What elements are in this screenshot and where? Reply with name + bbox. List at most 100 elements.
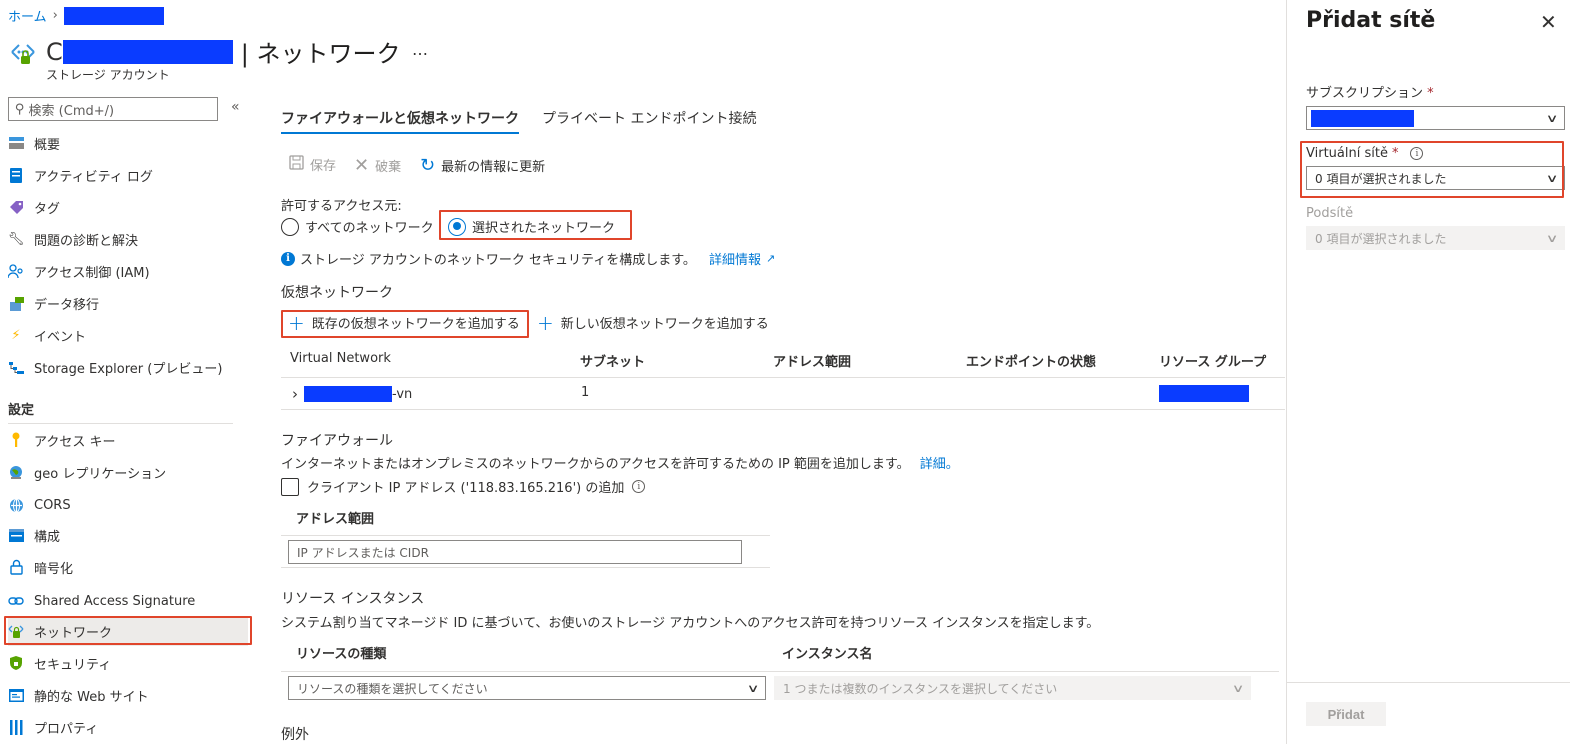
vnet-heading: 仮想ネットワーク	[281, 285, 393, 301]
firewall-description: インターネットまたはオンプレミスのネットワークからのアクセスを許可するための I…	[281, 453, 959, 472]
add-button[interactable]: Přidat	[1306, 702, 1386, 726]
sidebar-item-label: セキュリティ	[34, 657, 112, 673]
sidebar-item-label: 構成	[34, 529, 61, 545]
firewall-details-link[interactable]: 詳細。	[920, 457, 959, 472]
breadcrumb-redacted-resource[interactable]	[63, 6, 164, 25]
subnet-label: Podsítě	[1306, 206, 1354, 221]
sidebar-item-activity-log[interactable]: アクティビティ ログ	[8, 160, 248, 190]
properties-icon	[8, 719, 24, 735]
search-input[interactable]: ⚲ 検索 (Cmd+/)	[8, 97, 218, 121]
discard-label: 破棄	[375, 160, 402, 175]
sidebar-item-label: プロパティ	[34, 721, 99, 737]
explorer-icon	[8, 359, 24, 375]
cors-icon	[8, 497, 24, 513]
save-label: 保存	[310, 159, 337, 174]
chevron-down-icon: ∨	[1545, 231, 1559, 245]
info-icon[interactable]: i	[632, 480, 646, 493]
radio-circle[interactable]	[281, 217, 299, 236]
sidebar-item-label: 暗号化	[34, 561, 74, 577]
client-ip-checkbox[interactable]	[281, 477, 299, 496]
sidebar-item-tags[interactable]: タグ	[8, 192, 248, 222]
chevron-right-icon[interactable]: ›	[292, 385, 298, 403]
close-icon[interactable]: ✕	[1540, 10, 1557, 34]
client-ip-checkbox-row[interactable]: クライアント IP アドレス ('118.83.165.216') の追加 i	[281, 477, 646, 496]
page-header: C | ネットワーク	[8, 34, 400, 69]
learn-more-link[interactable]: 詳細情報	[709, 249, 761, 268]
sidebar-item-label: Shared Access Signature	[34, 593, 196, 609]
subscription-redacted	[1311, 109, 1414, 127]
sidebar-item-label: イベント	[34, 329, 87, 345]
sidebar-item-storage-explorer[interactable]: Storage Explorer (プレビュー)	[8, 352, 248, 382]
more-options-icon[interactable]: …	[412, 40, 428, 59]
page-title-prefix: C	[46, 37, 63, 66]
column-header: リソース グループ	[1159, 355, 1267, 370]
dropdown-placeholder: リソースの種類を選択してください	[297, 681, 488, 696]
sidebar-item-cors[interactable]: CORS	[8, 490, 248, 520]
highlight-networking	[4, 616, 252, 645]
lightning-icon: ⚡	[11, 327, 21, 343]
link-icon	[8, 593, 24, 609]
sidebar-item-migration[interactable]: データ移行	[8, 288, 248, 318]
exceptions-heading: 例外	[281, 727, 309, 743]
tab-private-endpoint[interactable]: プライベート エンドポイント接続	[542, 108, 756, 128]
chevron-right-icon: ›	[52, 8, 58, 23]
highlight-vnet-dropdown	[1300, 141, 1564, 198]
tab-active-indicator	[281, 132, 519, 134]
sidebar-item-label: 静的な Web サイト	[34, 689, 149, 705]
sidebar-item-geo-replication[interactable]: geo レプリケーション	[8, 457, 248, 487]
highlight-add-existing	[281, 310, 529, 338]
divider	[281, 535, 770, 536]
table-divider	[281, 409, 1285, 410]
chevron-down-icon: ∨	[1545, 111, 1559, 125]
radio-all-networks[interactable]: すべてのネットワーク	[281, 217, 434, 236]
breadcrumb-home-link[interactable]: ホーム	[8, 6, 47, 25]
refresh-label: 最新の情報に更新	[441, 160, 546, 175]
chevron-down-icon: ∨	[1231, 681, 1245, 695]
divider	[8, 423, 233, 424]
divider	[281, 671, 1279, 672]
sidebar-item-label: 問題の診断と解決	[34, 233, 139, 249]
collapse-sidebar-icon[interactable]: «	[231, 99, 240, 115]
sidebar-item-label: geo レプリケーション	[34, 466, 167, 482]
address-range-input[interactable]: IP アドレスまたは CIDR	[288, 540, 742, 564]
sidebar-item-overview[interactable]: 概要	[8, 128, 248, 158]
sidebar-item-access-keys[interactable]: アクセス キー	[8, 425, 248, 455]
external-link-icon[interactable]: ↗	[766, 252, 775, 265]
column-header: Virtual Network	[290, 351, 391, 366]
activity-log-icon	[8, 167, 24, 183]
column-header: アドレス範囲	[773, 355, 852, 370]
plus-icon: +	[537, 310, 554, 335]
wrench-icon: 🔧︎	[7, 231, 25, 247]
breadcrumb: ホーム ›	[8, 6, 164, 25]
discard-button[interactable]: ✕ 破棄	[354, 155, 401, 176]
table-row[interactable]: › -vn	[292, 385, 412, 403]
people-icon	[8, 263, 24, 279]
save-icon	[289, 155, 304, 174]
tab-firewall-vnet[interactable]: ファイアウォールと仮想ネットワーク	[281, 108, 519, 128]
column-header: エンドポイントの状態	[966, 355, 1097, 370]
sidebar-item-security[interactable]: セキュリティ	[8, 648, 248, 678]
add-new-vnet-button[interactable]: + 新しい仮想ネットワークを追加する	[537, 310, 769, 335]
column-header: サブネット	[580, 355, 646, 370]
subscription-dropdown[interactable]: ∨	[1306, 106, 1565, 130]
instance-name-dropdown[interactable]: 1 つまたは複数のインスタンスを選択してください ∨	[774, 676, 1251, 700]
sidebar-item-label: Storage Explorer (プレビュー)	[34, 361, 223, 377]
resource-type-dropdown[interactable]: リソースの種類を選択してください ∨	[288, 676, 766, 700]
highlight-selected-networks	[439, 210, 632, 240]
migration-icon	[8, 295, 24, 311]
subnet-dropdown[interactable]: 0 項目が選択されました ∨	[1306, 226, 1565, 250]
sidebar-item-static-website[interactable]: 静的な Web サイト	[8, 680, 248, 710]
sidebar-item-properties[interactable]: プロパティ	[8, 712, 248, 742]
close-icon: ✕	[354, 155, 370, 176]
sidebar-item-events[interactable]: ⚡ イベント	[8, 320, 248, 350]
config-icon	[8, 527, 24, 543]
save-button[interactable]: 保存	[289, 155, 336, 174]
sidebar-item-encryption[interactable]: 暗号化	[8, 552, 248, 582]
globe-icon	[8, 464, 24, 480]
sidebar-item-diagnose[interactable]: 🔧︎ 問題の診断と解決	[8, 224, 248, 254]
search-icon: ⚲	[15, 101, 25, 117]
refresh-button[interactable]: ↻ 最新の情報に更新	[420, 155, 545, 176]
sidebar-item-configuration[interactable]: 構成	[8, 520, 248, 550]
sidebar-item-sas[interactable]: Shared Access Signature	[8, 586, 248, 616]
sidebar-item-iam[interactable]: アクセス制御 (IAM)	[8, 256, 248, 286]
